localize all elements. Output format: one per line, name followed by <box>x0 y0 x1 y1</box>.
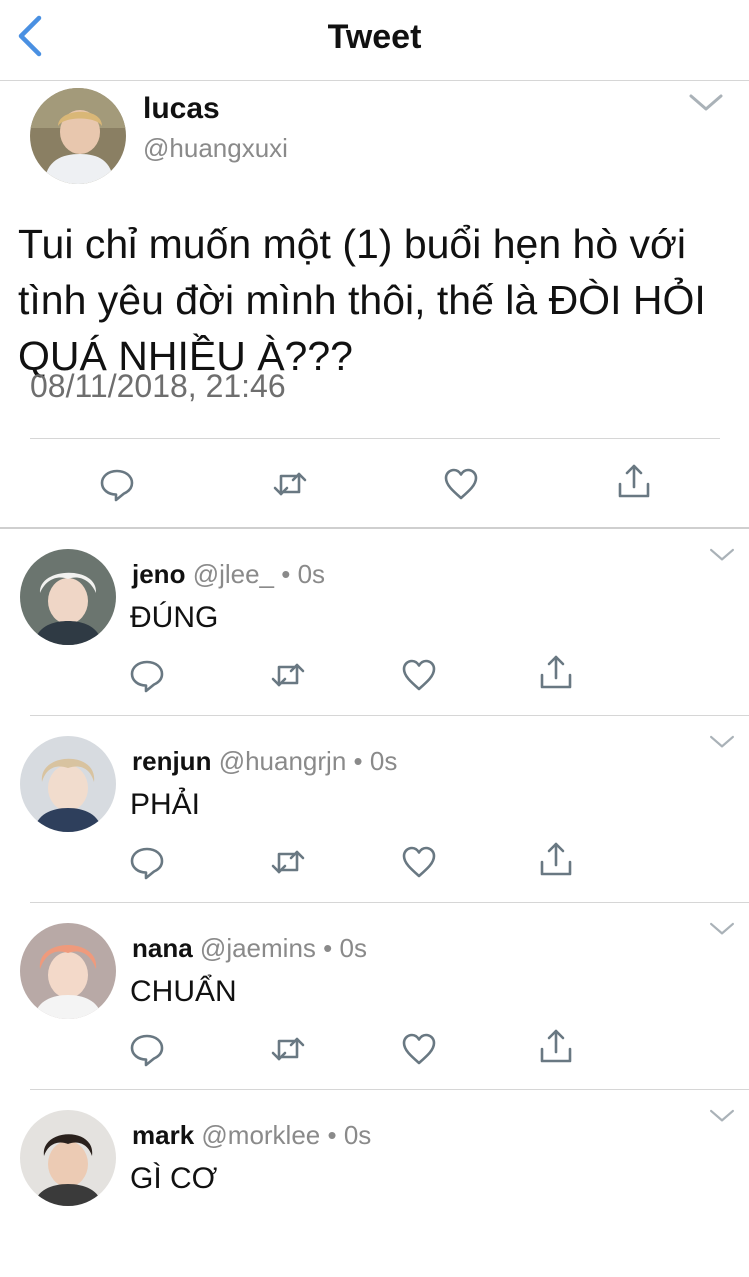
comment-icon[interactable] <box>97 464 137 504</box>
reply-header: mark @morklee • 0s <box>132 1120 371 1151</box>
author-name[interactable]: lucas <box>143 92 220 126</box>
avatar[interactable] <box>20 549 116 645</box>
reply-header: renjun @huangrjn • 0s <box>132 746 397 777</box>
heart-icon[interactable] <box>399 1029 439 1069</box>
retweet-icon[interactable] <box>268 1029 308 1069</box>
heart-icon[interactable] <box>399 655 439 695</box>
reply-actions <box>0 653 749 697</box>
separator-dot: • <box>281 559 291 589</box>
author-handle[interactable]: @huangxuxi <box>143 133 288 164</box>
reply-actions <box>0 840 749 884</box>
heart-icon[interactable] <box>399 842 439 882</box>
reply-text: PHẢI <box>130 788 201 821</box>
reply-header: nana @jaemins • 0s <box>132 933 367 964</box>
avatar[interactable] <box>20 923 116 1019</box>
retweet-icon[interactable] <box>268 655 308 695</box>
separator-dot: • <box>327 1120 337 1150</box>
retweet-icon[interactable] <box>270 464 310 504</box>
reply-author-handle[interactable]: @morklee <box>201 1120 320 1150</box>
reply-author-name[interactable]: mark <box>132 1120 194 1150</box>
reply-header: jeno @jlee_ • 0s <box>132 559 325 590</box>
reply-item[interactable]: nana @jaemins • 0s CHUẨN <box>0 903 749 1090</box>
avatar[interactable] <box>20 1110 116 1206</box>
reply-text: ĐÚNG <box>130 601 219 634</box>
share-icon[interactable] <box>614 462 654 502</box>
tweet-text: Tui chỉ muốn một (1) buổi hẹn hò với tìn… <box>18 221 706 379</box>
reply-actions <box>0 1027 749 1071</box>
tweet-actions <box>0 458 749 514</box>
reply-text: GÌ CƠ <box>130 1162 218 1195</box>
chevron-down-icon[interactable] <box>688 92 724 114</box>
comment-icon[interactable] <box>127 1029 167 1069</box>
avatar[interactable] <box>30 88 126 184</box>
reply-time: 0s <box>339 933 367 963</box>
reply-time: 0s <box>343 1120 372 1150</box>
share-icon[interactable] <box>536 1027 576 1067</box>
reply-item[interactable]: mark @morklee • 0s GÌ CƠ <box>0 1090 749 1277</box>
reply-time: 0s <box>297 559 326 589</box>
heart-icon[interactable] <box>441 464 481 504</box>
reply-author-handle[interactable]: @jaemins <box>200 933 316 963</box>
share-icon[interactable] <box>536 840 576 880</box>
nav-bar: Tweet <box>0 0 749 81</box>
tweet-timestamp: 08/11/2018, 21:46 <box>30 368 286 404</box>
reply-author-name[interactable]: jeno <box>132 559 185 589</box>
divider <box>30 438 720 439</box>
separator-dot: • <box>353 746 363 776</box>
avatar[interactable] <box>20 736 116 832</box>
reply-item[interactable]: renjun @huangrjn • 0s PHẢI <box>0 716 749 903</box>
reply-author-handle[interactable]: @huangrjn <box>219 746 347 776</box>
chevron-down-icon[interactable] <box>708 921 736 937</box>
comment-icon[interactable] <box>127 655 167 695</box>
reply-item[interactable]: jeno @jlee_ • 0s ĐÚNG <box>0 529 749 716</box>
comment-icon[interactable] <box>127 842 167 882</box>
chevron-down-icon[interactable] <box>708 547 736 563</box>
retweet-icon[interactable] <box>268 842 308 882</box>
reply-author-handle[interactable]: @jlee_ <box>193 559 274 589</box>
reply-time: 0s <box>369 746 398 776</box>
share-icon[interactable] <box>536 653 576 693</box>
chevron-down-icon[interactable] <box>708 1108 736 1124</box>
page-title: Tweet <box>327 18 422 56</box>
reply-author-name[interactable]: nana <box>132 933 193 963</box>
reply-text: CHUẨN <box>130 975 237 1008</box>
chevron-down-icon[interactable] <box>708 734 736 750</box>
reply-author-name[interactable]: renjun <box>132 746 211 776</box>
separator-dot: • <box>323 933 333 963</box>
